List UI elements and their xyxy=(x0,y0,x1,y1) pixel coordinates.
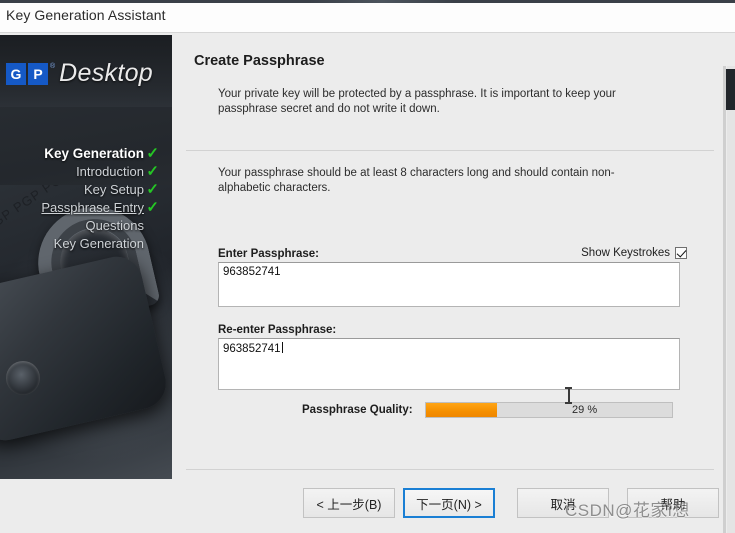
reenter-passphrase-label: Re-enter Passphrase: xyxy=(218,324,337,336)
divider-bottom xyxy=(186,469,714,470)
next-button[interactable]: 下一页(N) > xyxy=(403,488,495,518)
divider-top xyxy=(186,150,714,151)
back-button[interactable]: < 上一步(B) xyxy=(303,488,395,518)
passphrase-quality-bar: 29 % xyxy=(424,402,673,418)
check-icon: ✓ xyxy=(146,163,159,180)
passphrase-quality-label: Passphrase Quality: xyxy=(302,404,413,416)
enter-passphrase-label: Enter Passphrase: xyxy=(218,248,319,260)
step-label: Key Generation xyxy=(44,146,144,161)
show-keystrokes-toggle[interactable]: Show Keystrokes xyxy=(581,247,687,259)
reenter-passphrase-value: 963852741 xyxy=(223,343,281,355)
text-caret xyxy=(281,342,283,353)
watermark: CSDN@花家i想 xyxy=(565,501,690,520)
step-label: Key Setup xyxy=(84,182,144,197)
sidebar-step-passphrase-entry[interactable]: Passphrase Entry ✓ xyxy=(0,199,160,217)
page-description: Your private key will be protected by a … xyxy=(218,88,616,115)
logo-letter-g: G xyxy=(6,62,26,85)
check-icon: ✓ xyxy=(146,181,159,198)
enter-passphrase-value: 963852741 xyxy=(223,266,281,278)
pgp-desktop-logo: G P ® Desktop xyxy=(6,59,153,88)
wizard-content-pane: Create Passphrase Your private key will … xyxy=(172,35,727,479)
logo-registered-mark: ® xyxy=(50,63,56,70)
passphrase-requirements-text: Your passphrase should be at least 8 cha… xyxy=(218,167,615,194)
wizard-step-list: Key Generation ✓ Introduction ✓ Key Setu… xyxy=(0,145,160,253)
reenter-passphrase-input[interactable]: 963852741 xyxy=(218,338,680,390)
check-icon: ✓ xyxy=(146,145,159,162)
sidebar-step-introduction[interactable]: Introduction ✓ xyxy=(0,163,160,181)
show-keystrokes-label: Show Keystrokes xyxy=(581,247,670,259)
wizard-sidebar: G P ® Desktop PGP PGP PGP PGP PGP Key Ge… xyxy=(0,35,172,479)
step-label: Questions xyxy=(85,218,144,233)
window-body: G P ® Desktop PGP PGP PGP PGP PGP Key Ge… xyxy=(0,33,735,533)
step-label: Introduction xyxy=(76,164,144,179)
sidebar-step-questions[interactable]: Questions xyxy=(0,217,160,235)
logo-wordmark: Desktop xyxy=(59,59,153,87)
passphrase-quality-percent: 29 % xyxy=(572,404,598,416)
sidebar-step-key-generation[interactable]: Key Generation xyxy=(0,235,160,253)
show-keystrokes-checkbox[interactable] xyxy=(675,247,687,259)
step-label: Passphrase Entry xyxy=(41,200,144,215)
passphrase-quality-row: Passphrase Quality: 29 % xyxy=(302,402,673,418)
enter-passphrase-input[interactable]: 963852741 xyxy=(218,262,680,307)
window-right-dark-block xyxy=(726,69,735,110)
logo-letter-p: P xyxy=(28,62,48,85)
sidebar-step-key-generation-header: Key Generation ✓ xyxy=(0,145,160,163)
title-bar: Key Generation Assistant xyxy=(0,0,735,33)
mouse-cursor-ibeam xyxy=(565,387,572,404)
window-top-shade xyxy=(0,0,735,3)
step-label: Key Generation xyxy=(53,236,144,251)
sidebar-step-key-setup[interactable]: Key Setup ✓ xyxy=(0,181,160,199)
window-title: Key Generation Assistant xyxy=(6,7,166,23)
window-right-strip xyxy=(723,66,726,533)
check-icon: ✓ xyxy=(146,199,159,216)
window-right-edge xyxy=(727,66,735,533)
page-title: Create Passphrase xyxy=(194,53,325,69)
application-window: Key Generation Assistant G P ® Desktop P… xyxy=(0,0,735,533)
